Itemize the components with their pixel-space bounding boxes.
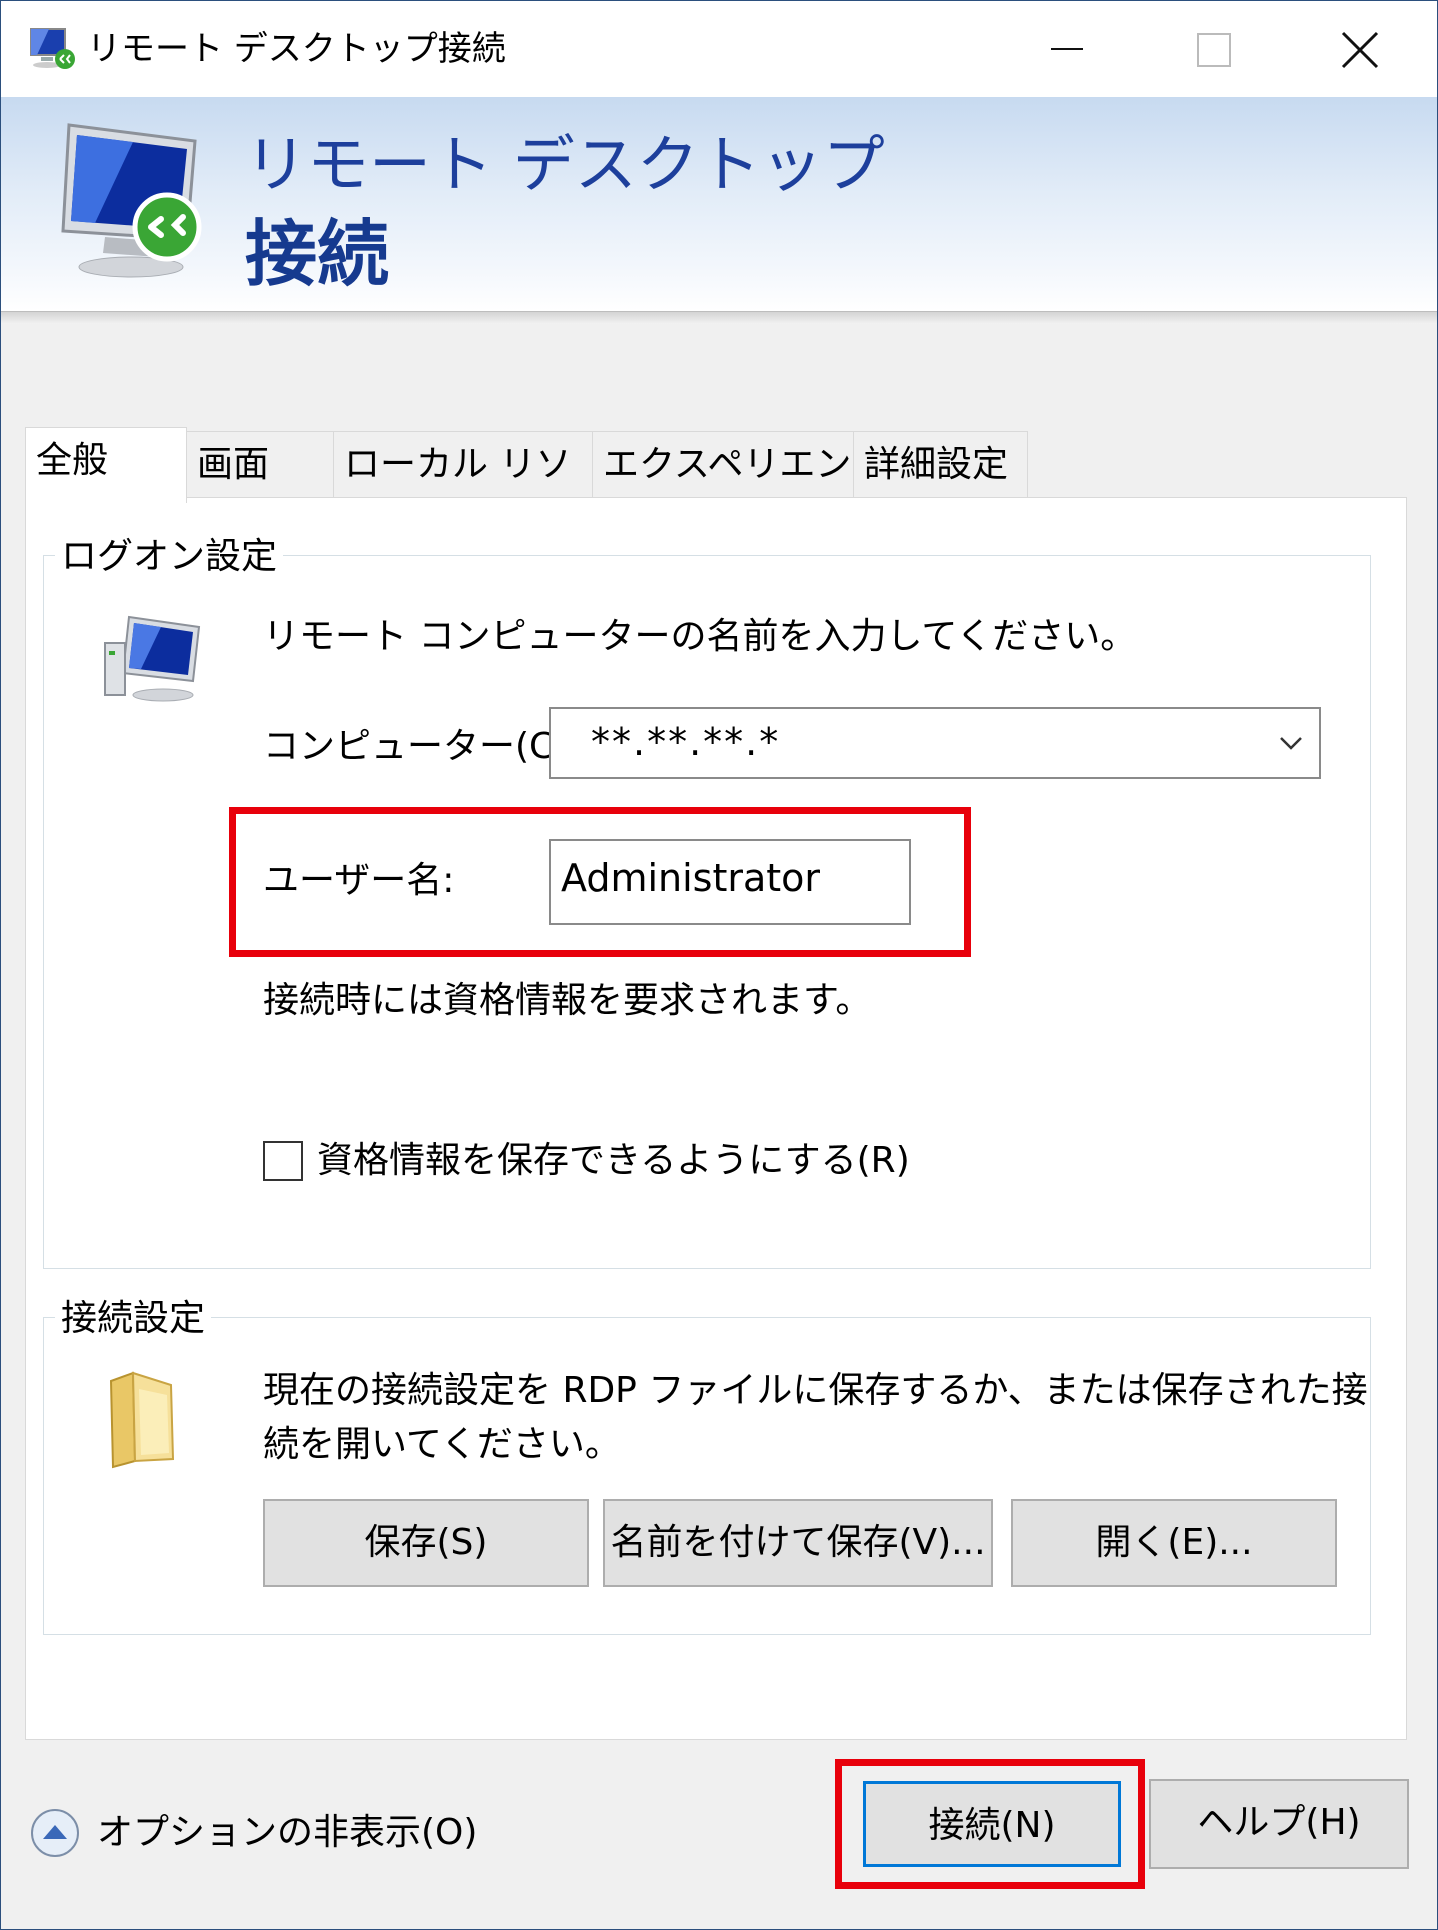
banner-separator [1, 311, 1437, 324]
window-title: リモート デスクトップ接続 [87, 29, 506, 69]
open-button[interactable]: 開く(E)... [1011, 1499, 1337, 1587]
save-button[interactable]: 保存(S) [263, 1499, 589, 1587]
help-button[interactable]: ヘルプ(H) [1149, 1779, 1409, 1869]
folder-icon [109, 1371, 175, 1469]
computer-instruction-text: リモート コンピューターの名前を入力してください。 [263, 616, 1137, 657]
tab-local-resources[interactable]: ローカル リソース [333, 431, 593, 551]
computer-icon [104, 615, 201, 702]
connection-settings-label: 接続設定 [55, 1297, 212, 1341]
remote-desktop-app-icon [30, 28, 75, 69]
username-label: ユーザー名: [263, 860, 455, 901]
close-icon [1341, 31, 1379, 69]
title-bar[interactable]: リモート デスクトップ接続 [1, 1, 1437, 97]
chevron-down-icon[interactable] [1277, 729, 1305, 757]
tab-general[interactable]: 全般 [25, 427, 187, 503]
remote-desktop-banner-icon [61, 123, 202, 278]
tab-advanced[interactable]: 詳細設定 [853, 431, 1028, 497]
username-field[interactable]: Administrator [549, 839, 911, 925]
computer-value: **.**.**.* [591, 720, 781, 764]
close-button[interactable] [1287, 1, 1437, 97]
maximize-button[interactable] [1139, 1, 1289, 97]
connection-description-line2: 続を開いてください。 [263, 1424, 621, 1465]
save-credentials-label[interactable]: 資格情報を保存できるようにする(R) [317, 1139, 910, 1183]
connection-description-line1: 現在の接続設定を RDP ファイルに保存するか、または保存された接 [263, 1370, 1368, 1411]
credentials-note: 接続時には資格情報を要求されます。 [263, 980, 872, 1021]
save-as-button[interactable]: 名前を付けて保存(V)... [603, 1499, 993, 1587]
collapse-options-icon[interactable] [29, 1807, 81, 1859]
logon-settings-label: ログオン設定 [55, 535, 284, 579]
tab-display[interactable]: 画面 [186, 431, 334, 497]
banner-title-line2: 接続 [245, 212, 390, 296]
minimize-button[interactable] [991, 1, 1141, 97]
connect-button[interactable]: 接続(N) [863, 1781, 1121, 1867]
rdp-window: リモート デスクトップ接続 リモート デスクトップ 接続 全般 画面 ローカル … [0, 0, 1438, 1930]
computer-combobox[interactable]: **.**.**.* [549, 707, 1321, 779]
banner-title-line1: リモート デスクトップ [245, 128, 885, 201]
computer-label: コンピューター(C): [263, 726, 581, 767]
connection-settings-group [43, 1317, 1371, 1635]
tab-experience[interactable]: エクスペリエンス [592, 431, 854, 551]
username-value: Administrator [561, 856, 821, 900]
save-credentials-checkbox[interactable] [263, 1141, 303, 1181]
hide-options-link[interactable]: オプションの非表示(O) [97, 1811, 477, 1855]
